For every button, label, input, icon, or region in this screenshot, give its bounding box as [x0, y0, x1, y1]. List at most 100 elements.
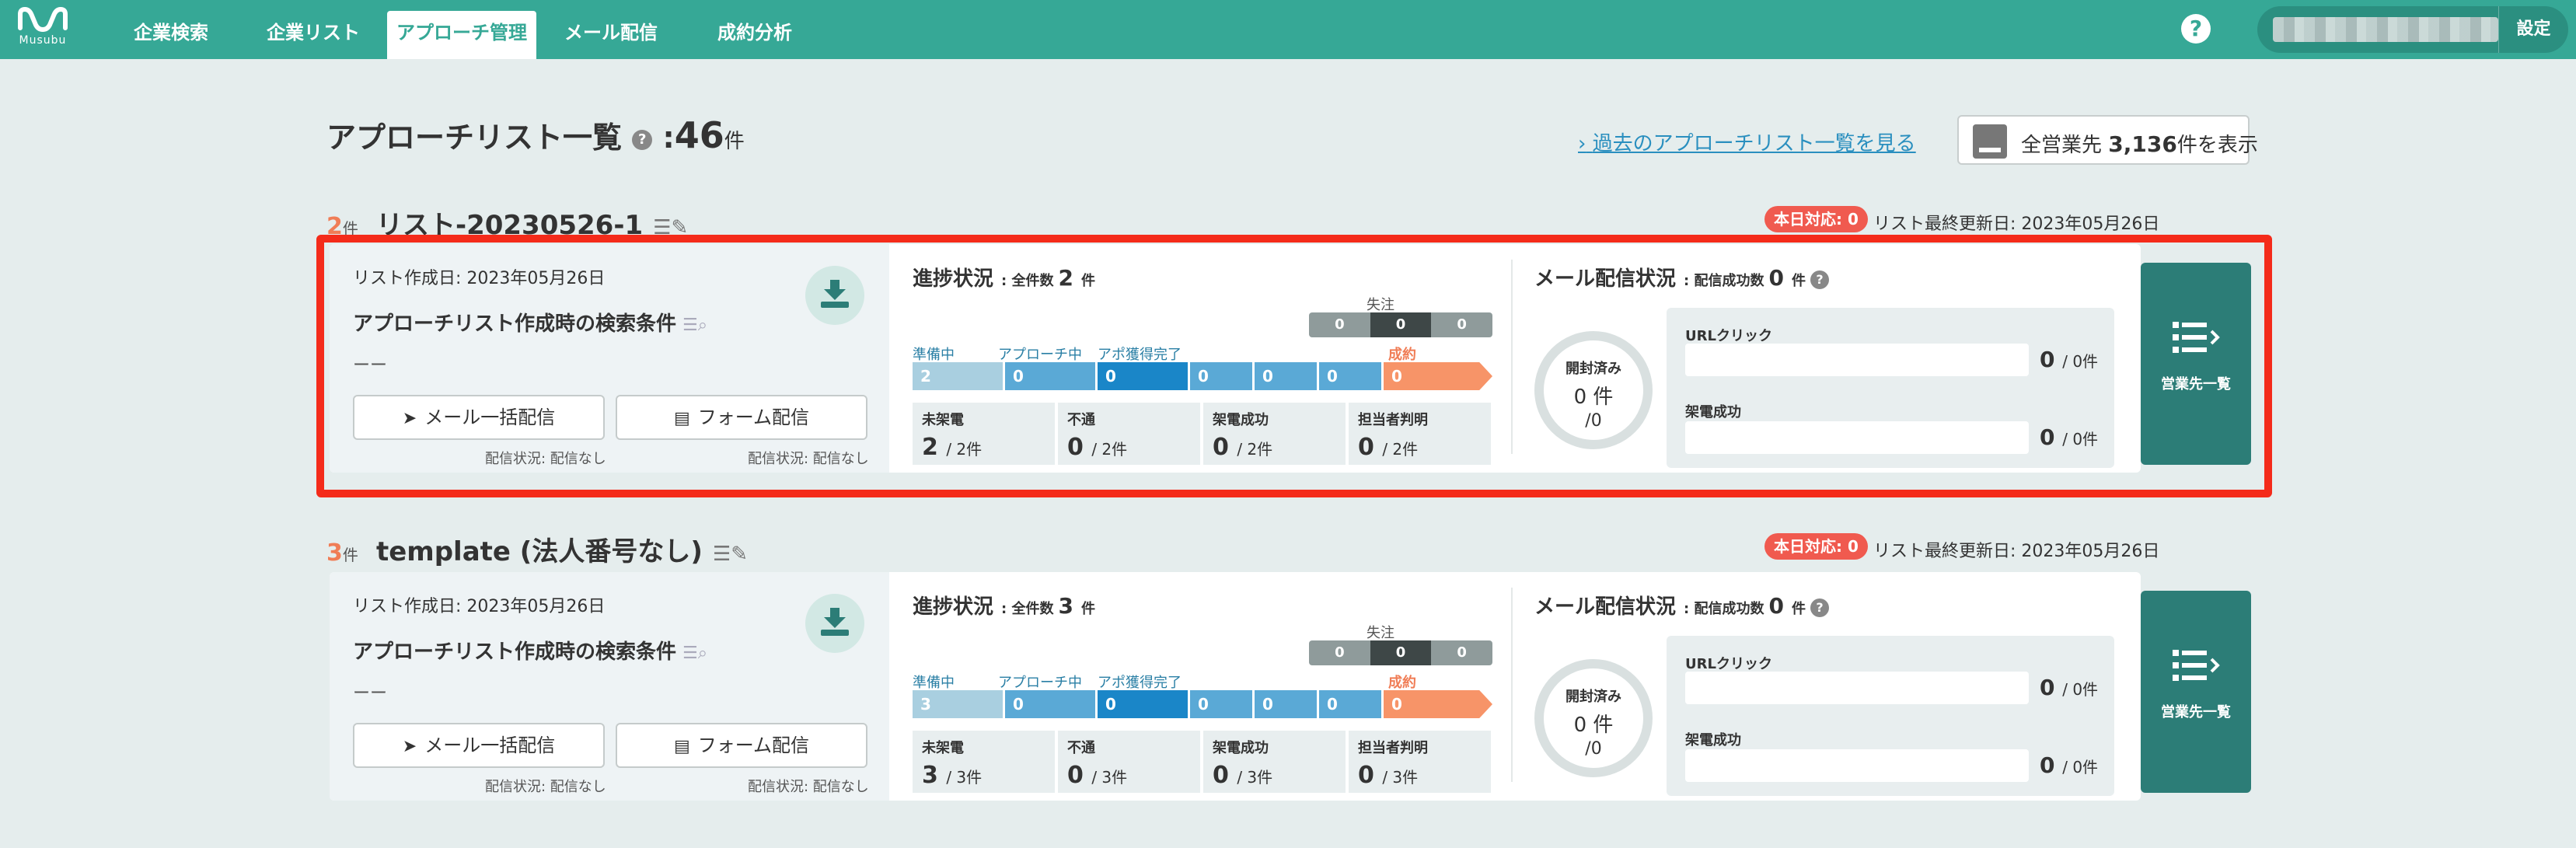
list-info-panel: リスト作成日: 2023年05月26日 アプローチリスト作成時の検索条件 ☰⌕ ー… [330, 572, 889, 801]
stat-contact-found[interactable]: 担当者判明 0 / 3件 [1349, 731, 1491, 793]
mail-delivery-status: 配信状況: 配信なし [485, 779, 606, 795]
call-stats: 未架電 3 / 3件 不通 0 / 3件 架電成功 0 / 3件 担当者判明 0 / 3… [913, 731, 1491, 793]
approach-list-card: リスト作成日: 2023年05月26日 アプローチリスト作成時の検索条件 ☰⌕ ー… [330, 572, 2251, 801]
book-icon [1973, 124, 2007, 159]
list-name: template (法人番号なし) [375, 536, 703, 567]
mail-status-title-text: メール配信状況 [1534, 595, 1677, 619]
lost-segment: 0 [1431, 640, 1492, 665]
pipeline-segment-prep: 3 [913, 690, 1003, 718]
progress-title: 進捗状況 : 全件数 3 件 [913, 591, 1095, 619]
past-lists-link[interactable]: › 過去のアプローチリスト一覧を見る [1578, 127, 1916, 156]
pipeline-segment: 0 [1190, 690, 1252, 718]
list-count: 46 [674, 114, 724, 156]
url-click-value: 0 [2040, 675, 2055, 700]
stat-denominator: / 3件 [946, 768, 983, 787]
all-suffix: 件を表示 [2176, 134, 2258, 157]
mail-success-count: 0 [1768, 593, 1784, 619]
user-name-blurred [2273, 17, 2498, 42]
call-success-label: 架電成功 [1685, 732, 1741, 749]
bulk-mail-button-label: メール一括配信 [424, 735, 556, 756]
mail-metrics: URLクリック 0 / 0件 架電成功 0 / 0件 [1667, 636, 2114, 796]
stage-label-won: 成約 [1388, 675, 1416, 691]
nav-tab-mail[interactable]: メール配信 [557, 11, 665, 59]
lost-bar[interactable]: 0 0 0 [1309, 640, 1492, 665]
past-lists-link-text: 過去のアプローチリスト一覧を見る [1592, 132, 1916, 155]
download-icon [821, 608, 849, 636]
created-date: リスト作成日: 2023年05月26日 [353, 597, 606, 616]
pipeline-segment-won: 0 [1384, 690, 1492, 718]
lost-segment: 0 [1309, 640, 1370, 665]
today-badge: 本日対応: 0 [1764, 533, 1868, 560]
stat-denominator: / 3件 [1237, 768, 1273, 787]
opened-label: 開封済み [1565, 689, 1621, 705]
logo-icon [18, 6, 68, 33]
search-list-icon[interactable]: ☰⌕ [682, 644, 707, 663]
stat-label: 不通 [1067, 740, 1095, 756]
total-unit: 件 [1080, 601, 1095, 617]
edit-list-icon[interactable]: ☰✎ [713, 543, 748, 566]
url-click-label: URLクリック [1685, 656, 1772, 672]
mail-status-title: メール配信状況: 配信成功数 0 件? [1534, 591, 1829, 619]
nav-tab-company-search[interactable]: 企業検索 [124, 11, 218, 59]
opened-count: 0 件 [1573, 714, 1614, 737]
lost-label: 失注 [1367, 625, 1394, 641]
pipeline-segment: 0 [1255, 690, 1317, 718]
bulk-mail-button[interactable]: ➤ メール一括配信 [353, 723, 605, 768]
search-condition-value: ーー [353, 684, 388, 703]
question-icon[interactable]: ? [1810, 598, 1829, 617]
stat-label: 架電成功 [1213, 740, 1269, 756]
list-header: 3件 template (法人番号なし) ☰✎ [326, 530, 748, 567]
all-prefix: 全営業先 [2021, 134, 2103, 157]
stage-label-appointment: アポ獲得完了 [1098, 675, 1182, 691]
last-updated: リスト最終更新日: 2023年05月26日 [1873, 542, 2160, 561]
stat-label: 未架電 [922, 740, 964, 756]
highlight-box [316, 235, 2272, 497]
total-count: 3 [1058, 593, 1073, 619]
call-success-bar [1685, 749, 2029, 782]
settings-button[interactable]: 設定 [2498, 6, 2568, 53]
page-title-text: アプローチリスト一覧 [326, 120, 623, 155]
progress-pipeline[interactable]: 3 0 0 0 0 0 0 [913, 690, 1495, 718]
pipeline-segment: 0 [1319, 690, 1381, 718]
nav-tab-company-list[interactable]: 企業リスト [261, 11, 365, 59]
count-prefix: : [662, 120, 675, 155]
form-send-button-label: フォーム配信 [697, 735, 810, 756]
nav-tab-analysis[interactable]: 成約分析 [709, 11, 801, 59]
stat-value: 0 [1213, 762, 1229, 789]
opened-ring: 開封済み 0 件 /0 [1534, 659, 1653, 777]
url-click-denominator: / 0件 [2062, 680, 2099, 699]
stat-call-success[interactable]: 架電成功 0 / 3件 [1203, 731, 1346, 793]
user-menu[interactable]: 設定 [2257, 6, 2568, 53]
last-updated: リスト最終更新日: 2023年05月26日 [1873, 215, 2160, 234]
musubu-logo[interactable]: Musubu [14, 6, 72, 53]
stage-label-prep: 準備中 [913, 675, 955, 691]
call-success-denominator: / 0件 [2062, 758, 2099, 776]
list-header: 2件 リスト-20230526-1 ☰✎ [326, 204, 688, 241]
list-item-count: 3 [326, 539, 343, 567]
chevron-right-icon: › [1578, 132, 1586, 155]
prospect-list-button-label: 営業先一覧 [2161, 704, 2231, 721]
stage-label-approach: アプローチ中 [998, 675, 1082, 691]
top-nav: Musubu 企業検索 企業リスト アプローチ管理 メール配信 成約分析 ? 設… [0, 0, 2576, 59]
stat-value: 3 [922, 762, 938, 789]
stat-value: 0 [1358, 762, 1374, 789]
search-condition: アプローチリスト作成時の検索条件 ☰⌕ [353, 636, 707, 665]
stat-uncalled[interactable]: 未架電 3 / 3件 [913, 731, 1055, 793]
send-icon: ➤ [402, 737, 417, 756]
stat-no-answer[interactable]: 不通 0 / 3件 [1058, 731, 1200, 793]
page-title: アプローチリスト一覧 ? :46件 [326, 113, 745, 156]
question-icon[interactable]: ? [632, 129, 653, 150]
form-send-button[interactable]: ▤ フォーム配信 [616, 723, 867, 768]
show-all-prospects-button[interactable]: 全営業先 3,136件を表示 [1957, 115, 2258, 165]
total-label: : 全件数 [1001, 601, 1054, 617]
nav-tab-approach[interactable]: アプローチ管理 [387, 11, 536, 59]
prospect-list-button[interactable]: 営業先一覧 [2141, 591, 2251, 793]
list-count-unit: 件 [724, 130, 745, 153]
progress-title-text: 進捗状況 [913, 595, 994, 619]
pipeline-segment-appointment: 0 [1098, 690, 1188, 718]
help-icon[interactable]: ? [2181, 14, 2211, 44]
all-count: 3,136 [2108, 131, 2177, 157]
call-success-value: 0 [2040, 752, 2055, 778]
download-button[interactable] [805, 594, 864, 653]
stat-value: 0 [1067, 762, 1084, 789]
